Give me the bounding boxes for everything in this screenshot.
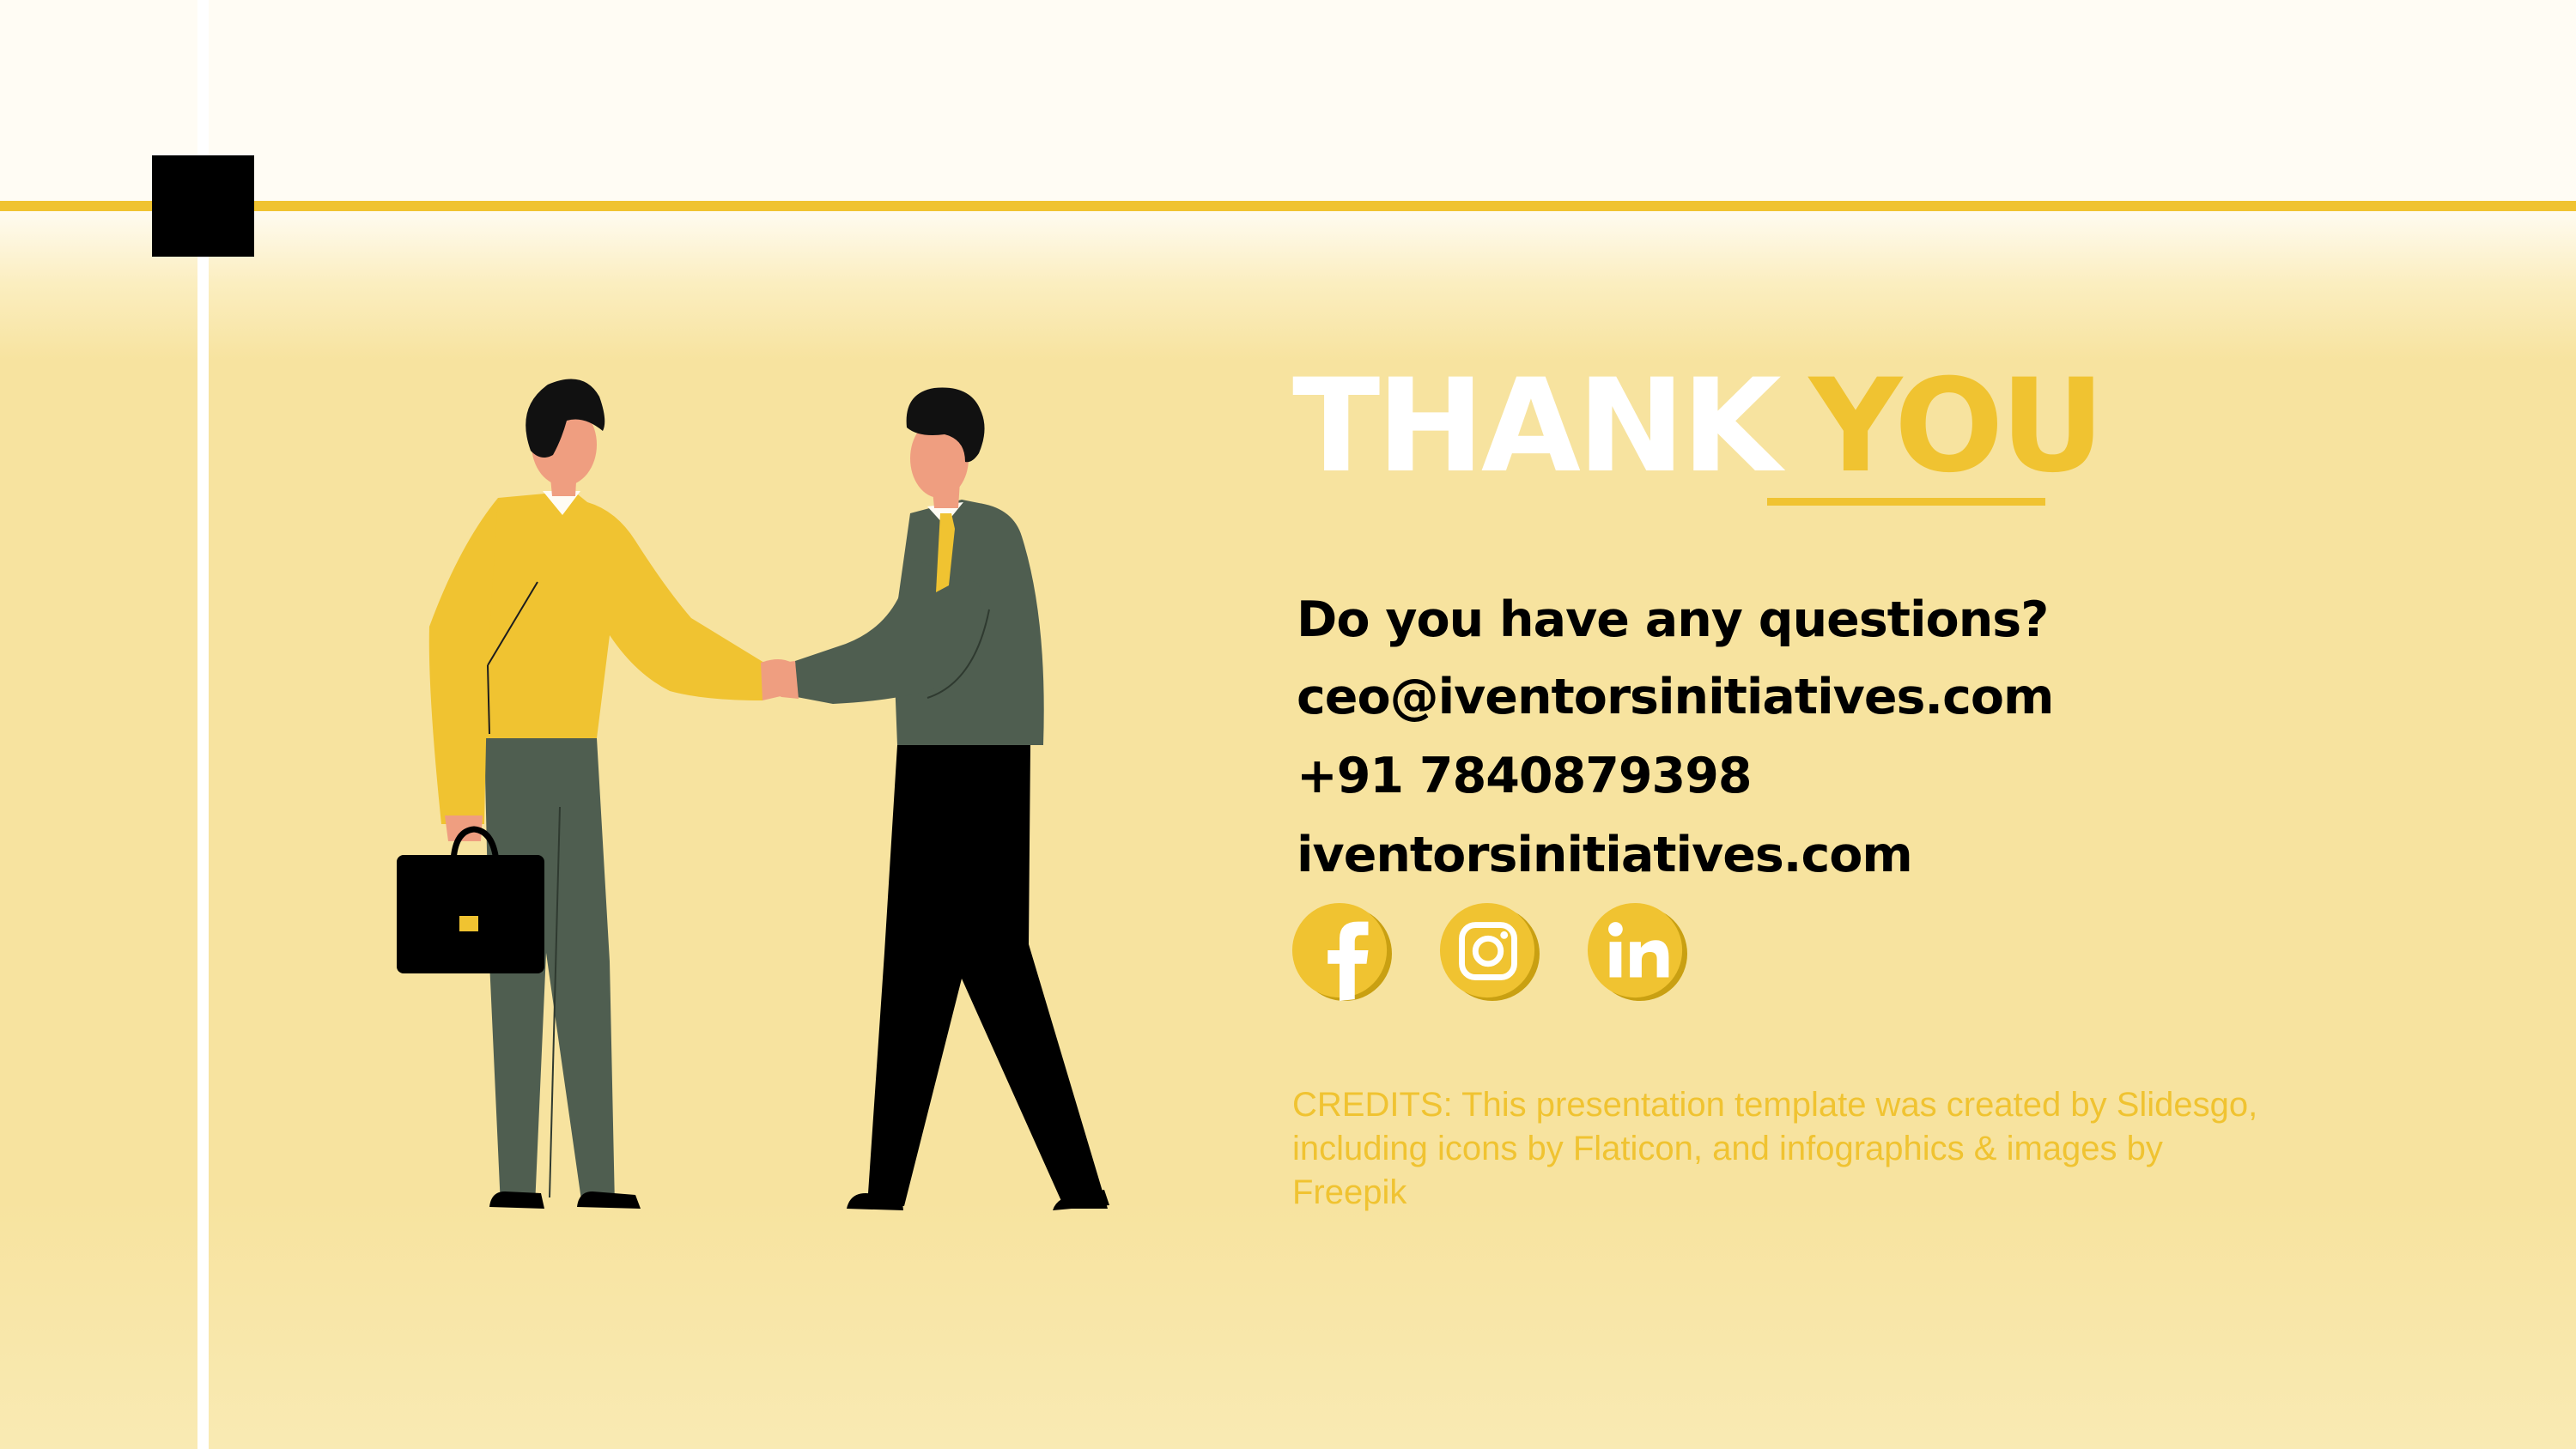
title-word-thank: THANK (1292, 352, 1782, 501)
phone-number[interactable]: +91 7840879398 (1297, 752, 1753, 801)
title-underline (1767, 498, 2045, 506)
questions-text: Do you have any questions? (1297, 591, 2049, 648)
left-businessman (397, 379, 795, 1209)
title-word-you: YOU (1808, 352, 2105, 501)
credits-text: CREDITS: This presentation template was … (1292, 1083, 2374, 1215)
credits-line-3: Freepik (1292, 1173, 1407, 1211)
facebook-icon[interactable] (1291, 901, 1392, 1003)
right-businessman (766, 387, 1109, 1210)
instagram-icon[interactable] (1438, 901, 1540, 1003)
linkedin-icon[interactable] (1586, 901, 1687, 1003)
credits-line-1: CREDITS: This presentation template was … (1292, 1086, 2258, 1124)
decorative-horizontal-line (0, 201, 2576, 211)
page-title: THANK YOU (1292, 362, 2105, 491)
email-link[interactable]: ceo@iventorsinitiatives.com (1297, 673, 2054, 722)
handshake-illustration (397, 379, 1109, 1210)
decorative-corner-square (152, 155, 254, 257)
credits-line-2: including icons by Flaticon, and infogra… (1292, 1130, 2163, 1167)
website-link[interactable]: iventorsinitiatives.com (1297, 831, 1913, 880)
